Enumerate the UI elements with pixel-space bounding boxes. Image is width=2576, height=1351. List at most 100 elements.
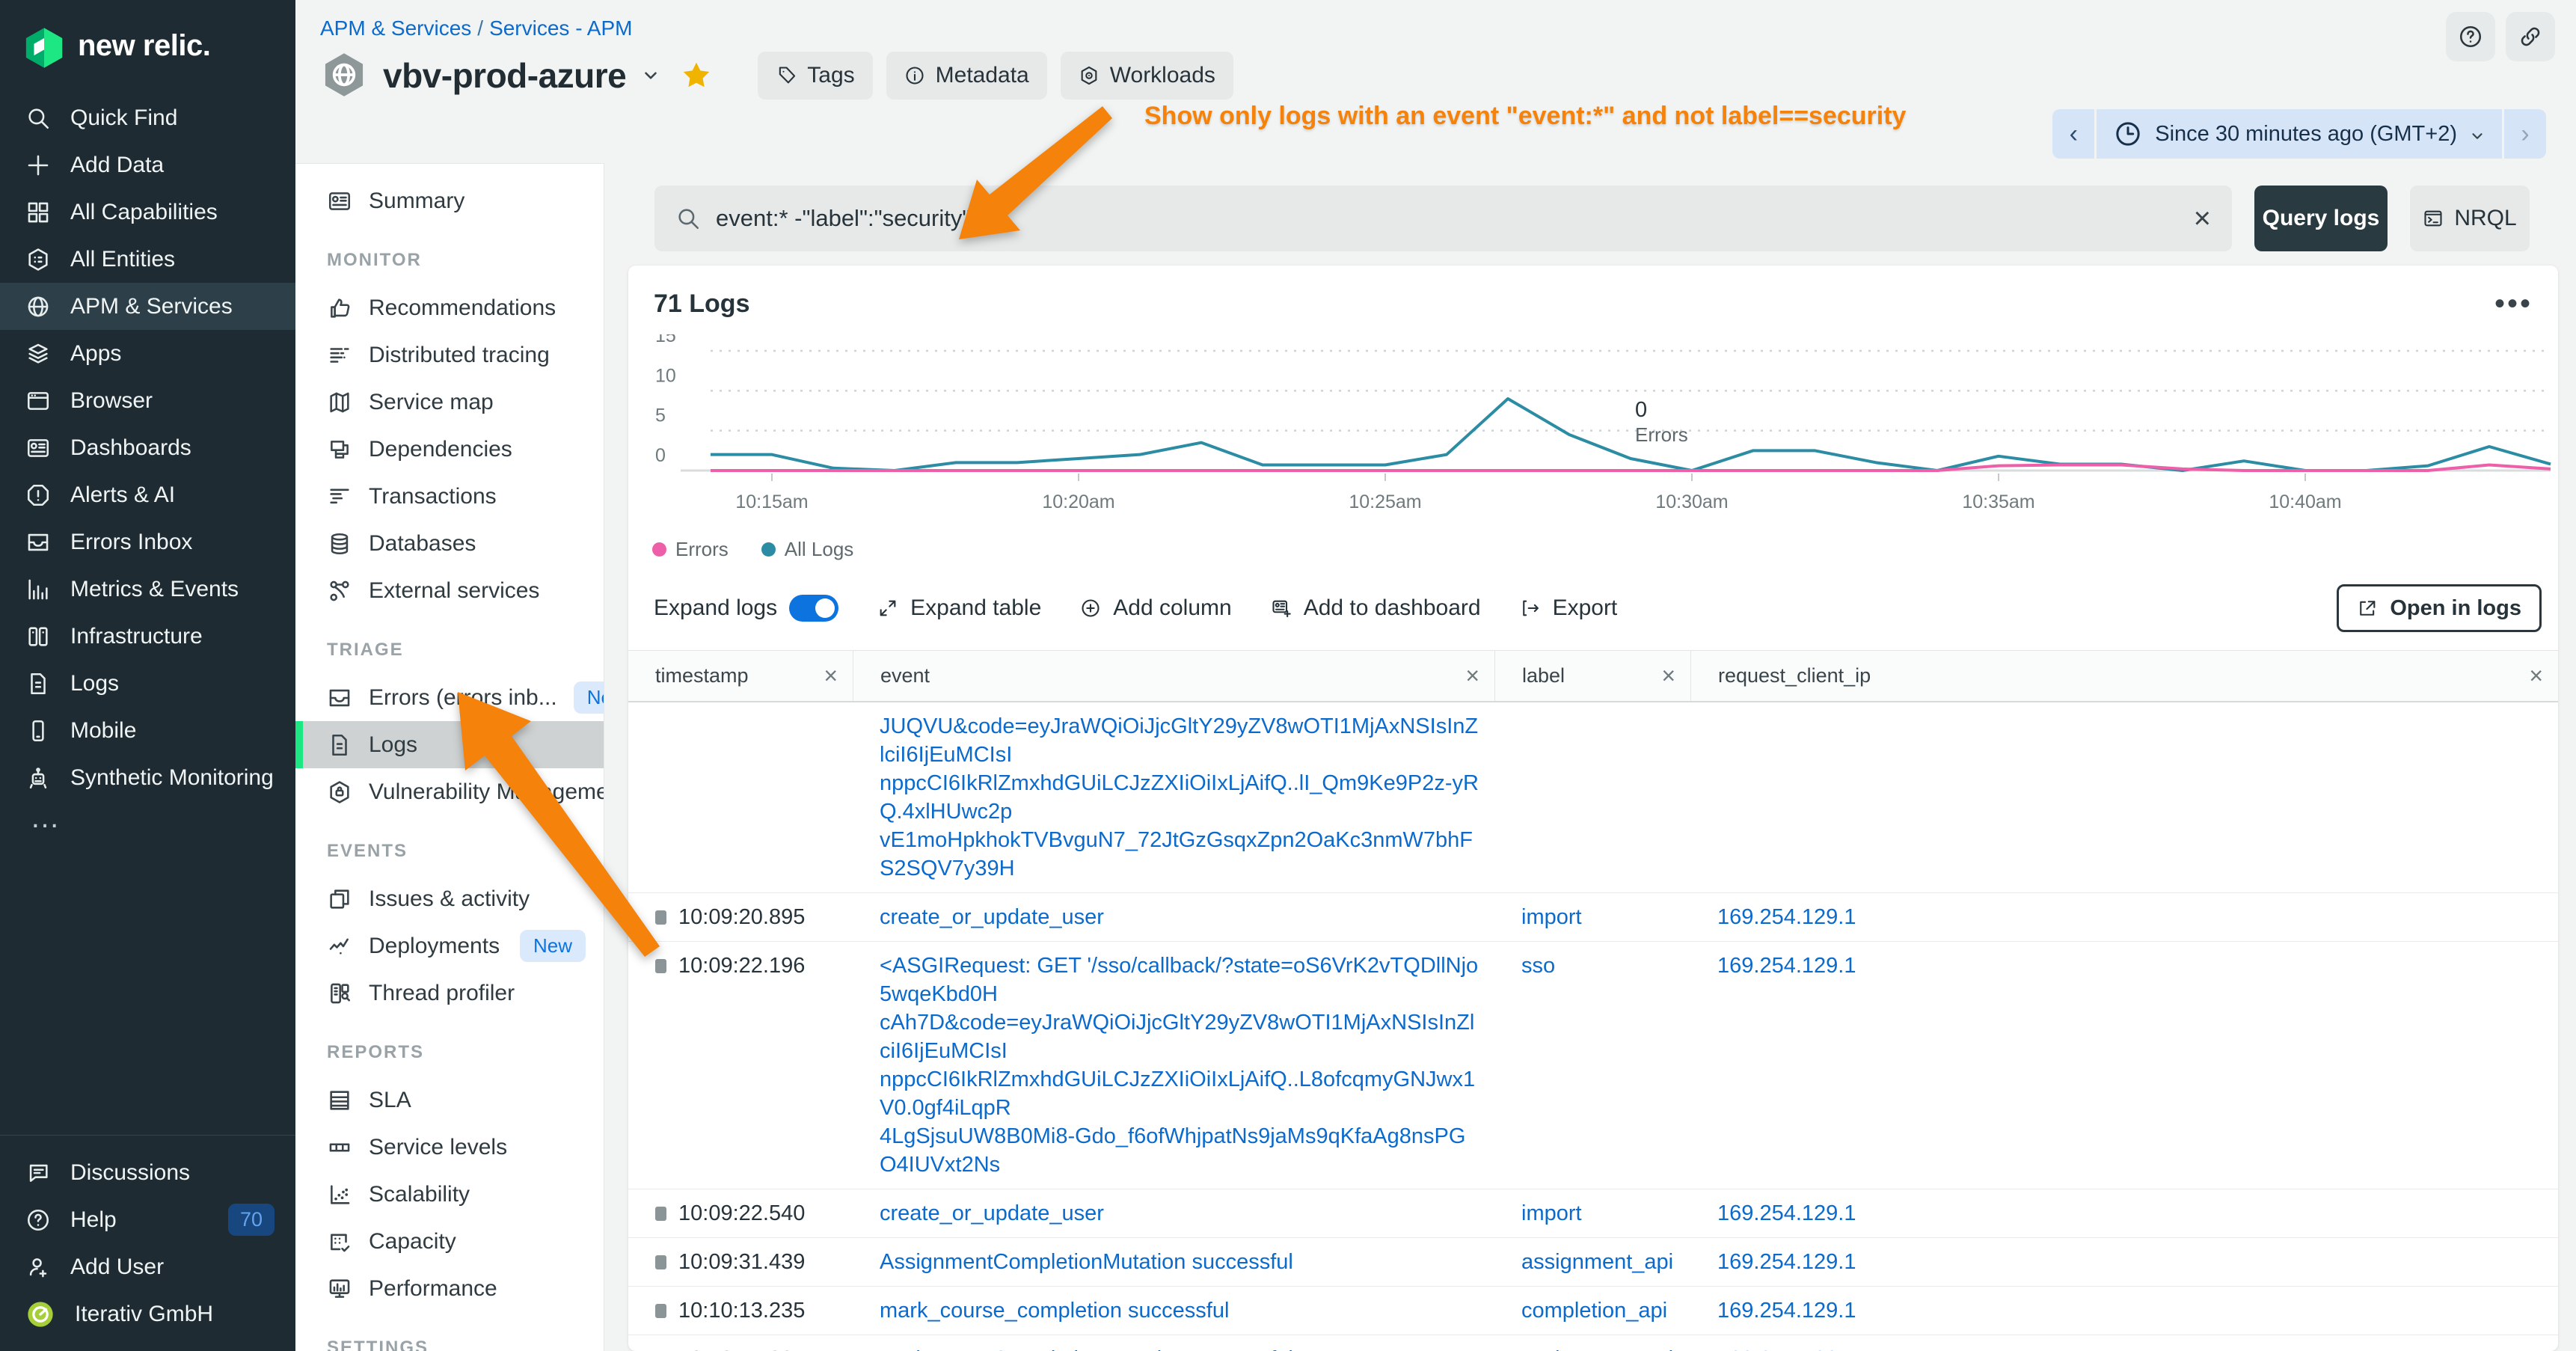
subnav-item-deployments[interactable]: Deployments New	[295, 922, 604, 969]
nrql-button[interactable]: NRQL	[2410, 186, 2530, 251]
sidebar-item-all-entities[interactable]: All Entities	[0, 236, 295, 283]
sidebar-item-infrastructure[interactable]: Infrastructure	[0, 613, 295, 660]
open-in-logs-button[interactable]: Open in logs	[2337, 584, 2542, 632]
table-row[interactable]: 10:10:14.094 AssignmentCompletionMutatio…	[628, 1335, 2558, 1351]
cell-event-link[interactable]: mark_course_completion successful	[880, 1299, 1229, 1323]
query-logs-button[interactable]: Query logs	[2254, 186, 2388, 251]
add-to-dashboard-button[interactable]: Add to dashboard	[1271, 595, 1481, 621]
subnav-item-thread-profiler[interactable]: Thread profiler	[295, 969, 604, 1017]
add-column-button[interactable]: Add column	[1080, 595, 1231, 621]
sidebar-item-errors-inbox[interactable]: Errors Inbox	[0, 518, 295, 566]
time-forward-button[interactable]: ›	[2504, 109, 2546, 159]
sidebar-more-ellipsis[interactable]: …	[0, 801, 295, 846]
cell-label-link[interactable]: import	[1521, 905, 1582, 929]
cell-ip-link[interactable]: 169.254.129.1	[1717, 1299, 1856, 1323]
subnav-item-errors-inbox[interactable]: Errors (errors inb... New	[295, 674, 604, 721]
sidebar-item-dashboards[interactable]: Dashboards	[0, 424, 295, 471]
remove-event-column-icon[interactable]: ×	[1465, 662, 1479, 690]
subnav-item-service-levels[interactable]: Service levels	[295, 1124, 604, 1171]
table-row[interactable]: 10:09:31.439 AssignmentCompletionMutatio…	[628, 1238, 2558, 1287]
time-range-button[interactable]: Since 30 minutes ago (GMT+2)	[2097, 109, 2502, 159]
subnav-item-service-map[interactable]: Service map	[295, 379, 604, 426]
breadcrumb-apm-services[interactable]: APM & Services	[320, 16, 471, 40]
subnav-item-summary[interactable]: Summary	[295, 177, 604, 224]
legend-all-logs[interactable]: All Logs	[761, 538, 854, 561]
subnav-item-databases[interactable]: Databases	[295, 520, 604, 567]
subnav-item-logs[interactable]: Logs	[295, 721, 604, 768]
time-back-button[interactable]: ‹	[2052, 109, 2094, 159]
sidebar-item-apm-services[interactable]: APM & Services	[0, 283, 295, 330]
sidebar-item-add-data[interactable]: Add Data	[0, 141, 295, 189]
subnav-item-performance[interactable]: Performance	[295, 1265, 604, 1312]
remove-timestamp-column-icon[interactable]: ×	[824, 662, 838, 690]
favorite-star-icon[interactable]	[680, 59, 713, 92]
legend-errors[interactable]: Errors	[652, 538, 729, 561]
sidebar-item-browser[interactable]: Browser	[0, 377, 295, 424]
subnav-item-scalability[interactable]: Scalability	[295, 1171, 604, 1218]
time-picker: ‹ Since 30 minutes ago (GMT+2) ›	[2052, 109, 2546, 159]
subnav-item-vulnerability-management[interactable]: Vulnerability Management	[295, 768, 604, 815]
sidebar-item-logs[interactable]: Logs	[0, 660, 295, 707]
bar-chart-icon	[25, 577, 51, 602]
sidebar-item-help[interactable]: Help 70	[0, 1196, 295, 1243]
export-button[interactable]: Export	[1520, 595, 1618, 621]
cell-ip-link[interactable]: 169.254.129.1	[1717, 905, 1856, 929]
table-row[interactable]: 10:09:22.196 <ASGIRequest: GET '/sso/cal…	[628, 942, 2558, 1189]
sidebar-item-discussions[interactable]: Discussions	[0, 1149, 295, 1196]
help-button[interactable]	[2446, 12, 2495, 61]
logs-chart[interactable]: 05101510:15am10:20am10:25am10:30am10:35a…	[628, 334, 2558, 523]
cell-event-link[interactable]: JUQVU&code=eyJraWQiOiJjcGltY29yZV8wOTI1M…	[880, 714, 1479, 880]
cell-event-link[interactable]: create_or_update_user	[880, 905, 1104, 929]
svg-text:5: 5	[655, 405, 666, 426]
sidebar-item-synthetic-monitoring[interactable]: Synthetic Monitoring	[0, 754, 295, 801]
subnav-item-transactions[interactable]: Transactions	[295, 473, 604, 520]
cell-ip-link[interactable]: 169.254.129.1	[1717, 954, 1856, 978]
remove-label-column-icon[interactable]: ×	[1661, 662, 1675, 690]
table-row[interactable]: JUQVU&code=eyJraWQiOiJjcGltY29yZV8wOTI1M…	[628, 702, 2558, 893]
sidebar-item-alerts-ai[interactable]: Alerts & AI	[0, 471, 295, 518]
subnav-item-capacity[interactable]: Capacity	[295, 1218, 604, 1265]
workloads-button[interactable]: Workloads	[1061, 52, 1233, 99]
newrelic-logo[interactable]: new relic.	[0, 0, 295, 72]
cell-event-link[interactable]: AssignmentCompletionMutation successful	[880, 1250, 1293, 1274]
logs-search-input[interactable]: event:* -"label":"security" ×	[654, 186, 2232, 251]
sidebar-item-quick-find[interactable]: Quick Find	[0, 94, 295, 141]
sidebar-item-all-capabilities[interactable]: All Capabilities	[0, 189, 295, 236]
subnav-item-sla[interactable]: SLA	[295, 1076, 604, 1124]
clear-search-icon[interactable]: ×	[2194, 203, 2211, 233]
expand-logs-toggle[interactable]: Expand logs	[654, 595, 838, 622]
tags-button[interactable]: Tags	[758, 52, 872, 99]
sidebar-item-add-user[interactable]: Add User	[0, 1243, 295, 1290]
sidebar-item-mobile[interactable]: Mobile	[0, 707, 295, 754]
sidebar-item-account[interactable]: Iterativ GmbH	[0, 1290, 295, 1338]
cell-ip-link[interactable]: 169.254.129.1	[1717, 1250, 1856, 1274]
cell-label-link[interactable]: import	[1521, 1201, 1582, 1225]
cell-event-link[interactable]: create_or_update_user	[880, 1201, 1104, 1225]
copy-link-button[interactable]	[2506, 12, 2555, 61]
subnav-item-issues-activity[interactable]: Issues & activity	[295, 875, 604, 922]
breadcrumb-services-apm[interactable]: Services - APM	[489, 16, 632, 40]
subnav-item-dependencies[interactable]: Dependencies	[295, 426, 604, 473]
toggle-on-icon[interactable]	[789, 595, 838, 622]
sidebar-item-apps[interactable]: Apps	[0, 330, 295, 377]
cell-label-link[interactable]: assignment_api	[1521, 1250, 1673, 1274]
remove-ip-column-icon[interactable]: ×	[2529, 662, 2543, 690]
cell-ip-link[interactable]: 169.254.129.1	[1717, 1201, 1856, 1225]
subnav-item-distributed-tracing[interactable]: Distributed tracing	[295, 331, 604, 379]
table-row[interactable]: 10:10:13.235 mark_course_completion succ…	[628, 1287, 2558, 1335]
cell-event-link[interactable]: AssignmentCompletionMutation successful	[880, 1347, 1293, 1351]
entity-chevron-down-icon[interactable]	[641, 66, 660, 85]
cell-event-link[interactable]: <ASGIRequest: GET '/sso/callback/?state=…	[880, 954, 1478, 1177]
subnav-item-external-services[interactable]: External services	[295, 567, 604, 614]
subnav-item-recommendations[interactable]: Recommendations	[295, 284, 604, 331]
table-row[interactable]: 10:09:20.895 create_or_update_user impor…	[628, 893, 2558, 942]
cell-label-link[interactable]: sso	[1521, 954, 1555, 978]
cell-ip-link[interactable]: 169.254.129.1	[1717, 1347, 1856, 1351]
expand-table-button[interactable]: Expand table	[877, 595, 1041, 621]
more-menu-icon[interactable]: •••	[2494, 298, 2533, 310]
cell-label-link[interactable]: assignment_api	[1521, 1347, 1673, 1351]
sidebar-item-metrics-events[interactable]: Metrics & Events	[0, 566, 295, 613]
cell-label-link[interactable]: completion_api	[1521, 1299, 1667, 1323]
metadata-button[interactable]: Metadata	[886, 52, 1047, 99]
table-row[interactable]: 10:09:22.540 create_or_update_user impor…	[628, 1189, 2558, 1238]
